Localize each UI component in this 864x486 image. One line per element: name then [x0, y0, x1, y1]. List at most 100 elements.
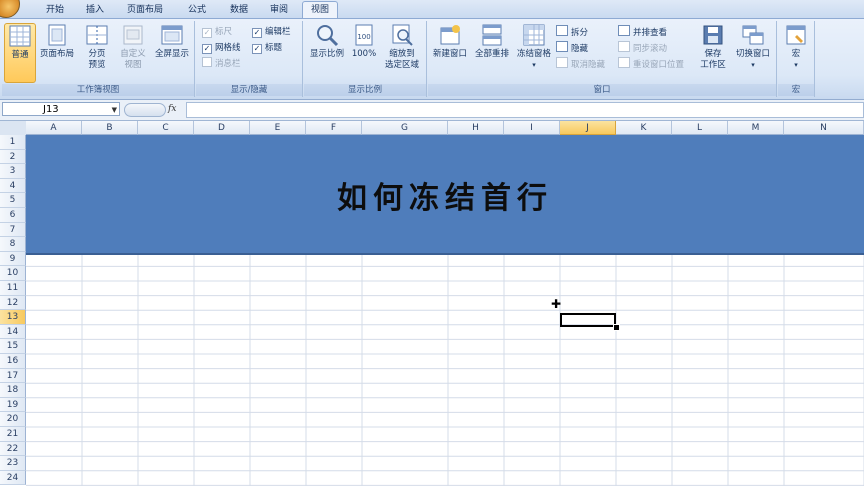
group-label-macros: 宏 [778, 84, 814, 96]
row-header-3[interactable]: 3 [0, 164, 26, 179]
freeze-panes-button[interactable]: 冻结窗格 ▾ [514, 23, 554, 71]
row-header-10[interactable]: 10 [0, 266, 26, 281]
fullscreen-button[interactable]: 全屏显示 [152, 23, 192, 60]
new-window-button[interactable]: 新建窗口 [430, 23, 470, 60]
row-header-1[interactable]: 1 [0, 135, 26, 150]
macros-button[interactable]: 宏 ▾ [782, 23, 810, 71]
formula-bar-expand-handle[interactable] [124, 103, 166, 117]
name-box-value: J13 [43, 104, 59, 115]
ribbon: 普通 页面布局 分页 预览 自定义 视图 全屏显示 工作簿视图 ✓ 标尺 ✓ 编… [0, 19, 864, 100]
column-header-M[interactable]: M [728, 121, 784, 135]
row-header-7[interactable]: 7 [0, 222, 26, 238]
insert-function-icon[interactable]: fx [168, 102, 184, 116]
split-icon [556, 25, 568, 36]
tab-review[interactable]: 审阅 [262, 2, 296, 18]
ruler-checkbox[interactable]: ✓ 标尺 [202, 25, 232, 39]
row-header-19[interactable]: 19 [0, 397, 26, 413]
custom-views-icon [121, 23, 145, 47]
sync-scroll-button[interactable]: 同步滚动 [618, 41, 667, 55]
column-header-A[interactable]: A [26, 121, 82, 135]
tab-page-layout[interactable]: 页面布局 [118, 2, 172, 18]
view-side-by-side-button[interactable]: 并排查看 [618, 25, 667, 39]
row-header-16[interactable]: 16 [0, 354, 26, 369]
column-header-L[interactable]: L [672, 121, 728, 135]
row-header-11[interactable]: 11 [0, 281, 26, 296]
row-header-15[interactable]: 15 [0, 339, 26, 354]
arrange-all-icon [480, 23, 504, 47]
row-header-24[interactable]: 24 [0, 470, 26, 486]
tab-home[interactable]: 开始 [38, 2, 72, 18]
row-header-21[interactable]: 21 [0, 427, 26, 442]
row-header-18[interactable]: 18 [0, 383, 26, 398]
formula-bar-checkbox[interactable]: ✓ 编辑栏 [252, 25, 291, 39]
fullscreen-label: 全屏显示 [154, 49, 189, 59]
zoom-to-selection-button[interactable]: 缩放到 选定区域 [380, 23, 424, 71]
column-header-I[interactable]: I [504, 121, 560, 135]
row-header-4[interactable]: 4 [0, 178, 26, 194]
page-break-preview-button[interactable]: 分页 预览 [80, 23, 114, 71]
banner-title: 如何冻结首行 [337, 181, 553, 216]
magnifier-icon [315, 23, 339, 47]
message-bar-label: 消息栏 [215, 59, 241, 69]
active-cell[interactable] [560, 313, 616, 327]
save-workspace-button[interactable]: 保存 工作区 [696, 23, 730, 71]
name-box[interactable]: J13 ▼ [2, 102, 120, 116]
row-header-2[interactable]: 2 [0, 149, 26, 165]
group-label-show-hide: 显示/隐藏 [196, 84, 302, 96]
column-header-C[interactable]: C [138, 121, 194, 135]
row-header-12[interactable]: 12 [0, 295, 26, 311]
page-layout-label: 页面布局 [39, 49, 74, 59]
column-header-E[interactable]: E [250, 121, 306, 135]
zoom-100-button[interactable]: 100 100% [350, 23, 378, 60]
column-header-K[interactable]: K [616, 121, 672, 135]
gridlines-checkbox[interactable]: ✓ 网格线 [202, 41, 241, 55]
unhide-button[interactable]: 取消隐藏 [556, 57, 605, 71]
split-button[interactable]: 拆分 [556, 25, 588, 39]
column-header-J[interactable]: J [560, 121, 616, 135]
page-layout-view-button[interactable]: 页面布局 [38, 23, 76, 60]
message-bar-checkbox[interactable]: 消息栏 [202, 57, 241, 71]
reset-window-position-button[interactable]: 重设窗口位置 [618, 57, 684, 71]
arrange-all-button[interactable]: 全部重排 [472, 23, 512, 60]
ribbon-tab-strip: 开始 插入 页面布局 公式 数据 审阅 视图 [0, 0, 864, 19]
formula-input[interactable] [186, 102, 864, 118]
tab-data[interactable]: 数据 [222, 2, 256, 18]
zoom-label: 显示比例 [309, 49, 344, 59]
freeze-panes-label: 冻结窗格 [516, 49, 551, 59]
row-header-20[interactable]: 20 [0, 412, 26, 427]
headings-label: 标题 [265, 43, 283, 53]
unhide-label: 取消隐藏 [571, 60, 606, 70]
row-header-23[interactable]: 23 [0, 456, 26, 471]
message-bar-check-icon [202, 57, 212, 67]
row-header-6[interactable]: 6 [0, 208, 26, 223]
row-header-17[interactable]: 17 [0, 368, 26, 384]
name-box-dropdown-icon[interactable]: ▼ [112, 103, 117, 117]
headings-check-icon: ✓ [252, 44, 262, 54]
custom-views-button[interactable]: 自定义 视图 [116, 23, 150, 71]
tab-formulas[interactable]: 公式 [178, 2, 216, 18]
fill-handle[interactable] [613, 324, 620, 331]
group-workbook-views: 普通 页面布局 分页 预览 自定义 视图 全屏显示 工作簿视图 [2, 21, 195, 97]
tab-insert[interactable]: 插入 [78, 2, 112, 18]
row-header-13[interactable]: 13 [0, 310, 26, 325]
page-break-label-2: 预览 [88, 60, 106, 70]
select-all-corner[interactable] [0, 121, 27, 136]
tab-view[interactable]: 视图 [302, 1, 338, 18]
column-header-H[interactable]: H [448, 121, 504, 135]
zoom-button[interactable]: 显示比例 [306, 23, 348, 60]
office-button[interactable] [0, 0, 20, 18]
column-header-B[interactable]: B [82, 121, 138, 135]
row-header-22[interactable]: 22 [0, 441, 26, 457]
normal-view-button[interactable]: 普通 [4, 23, 36, 83]
hide-button[interactable]: 隐藏 [556, 41, 588, 55]
row-header-8[interactable]: 8 [0, 237, 26, 252]
row-header-5[interactable]: 5 [0, 193, 26, 208]
column-header-F[interactable]: F [306, 121, 362, 135]
row-header-9[interactable]: 9 [0, 251, 26, 267]
row-header-14[interactable]: 14 [0, 324, 26, 340]
column-header-N[interactable]: N [784, 121, 864, 135]
column-header-G[interactable]: G [362, 121, 448, 135]
column-header-D[interactable]: D [194, 121, 250, 135]
switch-windows-button[interactable]: 切换窗口 ▾ [732, 23, 774, 71]
headings-checkbox[interactable]: ✓ 标题 [252, 41, 282, 55]
